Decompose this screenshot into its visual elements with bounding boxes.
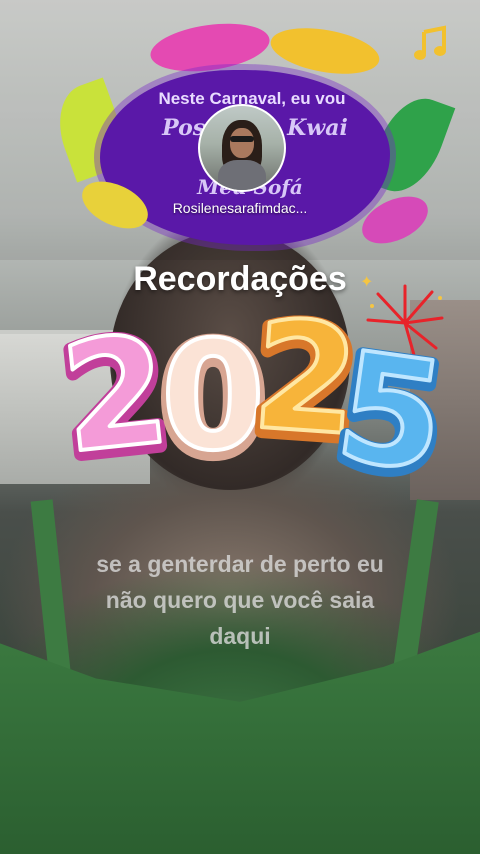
avatar[interactable] [198, 104, 286, 192]
lyrics-caption: se a genterdar de perto eu não quero que… [40, 546, 440, 654]
year-digit-1: 2 [55, 303, 176, 487]
banner-decoration [267, 20, 383, 82]
lyrics-line-3: daqui [209, 623, 271, 649]
username[interactable]: Rosilenesarafimdac... [150, 200, 330, 216]
year-2025: 2 2 0 0 2 2 5 5 [55, 300, 455, 490]
lyrics-line-1: se a genterdar de perto eu [96, 551, 384, 577]
music-note-icon[interactable] [412, 24, 452, 64]
lyrics-line-2: não quero que você saia [105, 587, 375, 613]
banner-decoration [147, 16, 273, 79]
